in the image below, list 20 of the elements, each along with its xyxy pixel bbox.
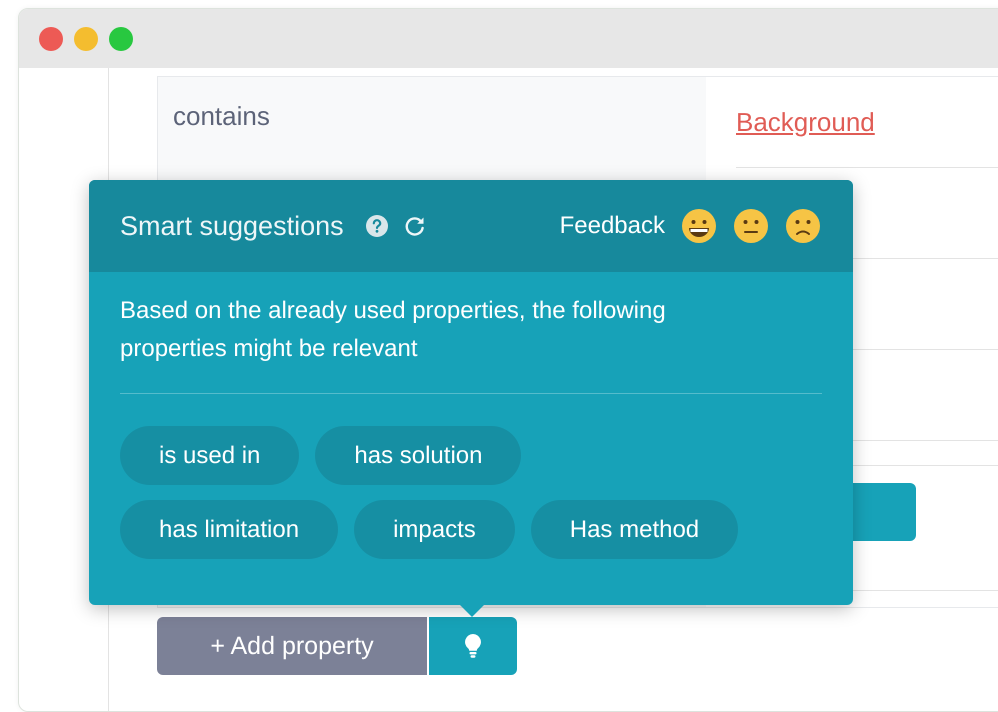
suggestion-chip[interactable]: has limitation <box>120 500 338 559</box>
frown-face-icon[interactable] <box>785 208 821 244</box>
grin-face-icon[interactable] <box>681 208 717 244</box>
suggestions-button[interactable] <box>427 617 517 675</box>
feedback-label: Feedback <box>560 212 665 240</box>
suggestions-description: Based on the already used properties, the following properties might be relevant <box>120 296 667 364</box>
neutral-face-icon[interactable] <box>733 208 769 244</box>
suggestion-chip[interactable]: is used in <box>120 426 300 485</box>
zoom-button[interactable] <box>109 26 133 50</box>
background-link[interactable]: Background <box>736 106 875 138</box>
property-label: contains <box>173 101 270 131</box>
lightbulb-icon <box>464 633 482 659</box>
suggestion-chip[interactable]: impacts <box>354 500 515 559</box>
add-property-button[interactable]: + Add property <box>157 617 427 675</box>
popover-title: Smart suggestions <box>120 210 344 242</box>
suggestion-chip[interactable]: Has method <box>530 500 738 559</box>
help-icon[interactable] <box>366 215 388 237</box>
suggestion-chip[interactable]: has solution <box>315 426 522 485</box>
refresh-icon[interactable] <box>404 215 426 237</box>
close-button[interactable] <box>39 26 63 50</box>
